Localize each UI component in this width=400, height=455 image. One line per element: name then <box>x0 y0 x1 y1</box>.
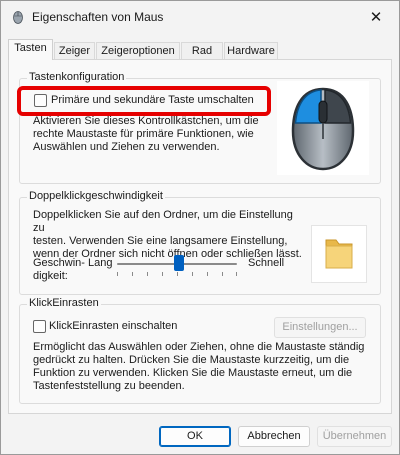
description-line: rechte Maustaste für primäre Funktionen,… <box>33 128 254 140</box>
button-config-description: Aktivieren Sie dieses Kontrollkästchen, … <box>33 115 273 154</box>
description-line: Funktion zu verwenden. Klicken Sie die M… <box>33 367 353 379</box>
apply-button[interactable]: Übernehmen <box>317 426 392 447</box>
description-line: testen. Verwenden Sie eine langsamere Ei… <box>33 235 288 247</box>
slider-tick <box>177 272 178 276</box>
slider-tick <box>117 272 118 276</box>
mouse-icon <box>13 11 23 24</box>
clicklock-description: Ermöglicht das Auswählen oder Ziehen, oh… <box>33 341 373 393</box>
description-line: Ermöglicht das Auswählen oder Ziehen, oh… <box>33 341 365 353</box>
speed-label-line2: digkeit: <box>33 270 68 282</box>
clicklock-checkbox[interactable] <box>33 320 46 333</box>
test-folder[interactable] <box>311 225 367 283</box>
description-line: Auswählen und Ziehen zu verwenden. <box>33 141 220 153</box>
slider-tick <box>162 272 163 276</box>
tab-zeigeroptionen[interactable]: Zeigeroptionen <box>96 42 180 59</box>
cancel-button[interactable]: Abbrechen <box>238 426 310 447</box>
close-icon: ✕ <box>369 9 383 26</box>
description-line: Doppelklicken Sie auf den Ordner, um die… <box>33 209 293 234</box>
tab-tasten[interactable]: Tasten <box>8 39 53 60</box>
slider-tick <box>207 272 208 276</box>
description-line: Aktivieren Sie dieses Kontrollkästchen, … <box>33 115 259 127</box>
fast-label: Schnell <box>248 257 285 269</box>
mouse-icon <box>291 87 355 171</box>
speed-label-line1: Geschwin- <box>33 257 85 269</box>
speed-slider-thumb[interactable] <box>174 255 184 271</box>
window-title: Eigenschaften von Maus <box>32 10 164 24</box>
tab-zeiger[interactable]: Zeiger <box>54 42 95 59</box>
slow-label: Lang <box>88 257 113 269</box>
button-config-group-label: Tastenkonfiguration <box>27 71 127 83</box>
slider-tick <box>192 272 193 276</box>
title-bar: Eigenschaften von Maus ✕ <box>1 1 399 33</box>
clicklock-label[interactable]: KlickEinrasten einschalten <box>49 320 177 332</box>
clicklock-settings-button[interactable]: Einstellungen... <box>274 317 366 338</box>
tab-rad[interactable]: Rad <box>181 42 223 59</box>
mouse-properties-window: Eigenschaften von Maus ✕ Tasten Zeiger Z… <box>0 0 400 455</box>
double-click-description: Doppelklicken Sie auf den Ordner, um die… <box>33 209 305 261</box>
description-line: gedrückt zu halten. Drücken Sie die Maus… <box>33 354 350 366</box>
slider-tick <box>147 272 148 276</box>
description-line: Tastenfeststellung zu beenden. <box>33 380 185 392</box>
mouse-image <box>277 81 369 175</box>
highlight-annotation <box>17 86 271 116</box>
close-button[interactable]: ✕ <box>353 1 399 33</box>
double-click-group-label: Doppelklickgeschwindigkeit <box>27 190 165 202</box>
slider-tick <box>222 272 223 276</box>
clicklock-group-label: KlickEinrasten <box>27 297 101 309</box>
tab-hardware[interactable]: Hardware <box>224 42 278 59</box>
slider-tick <box>132 272 133 276</box>
slider-tick <box>236 272 237 276</box>
ok-button[interactable]: OK <box>159 426 231 447</box>
folder-icon <box>325 239 353 269</box>
